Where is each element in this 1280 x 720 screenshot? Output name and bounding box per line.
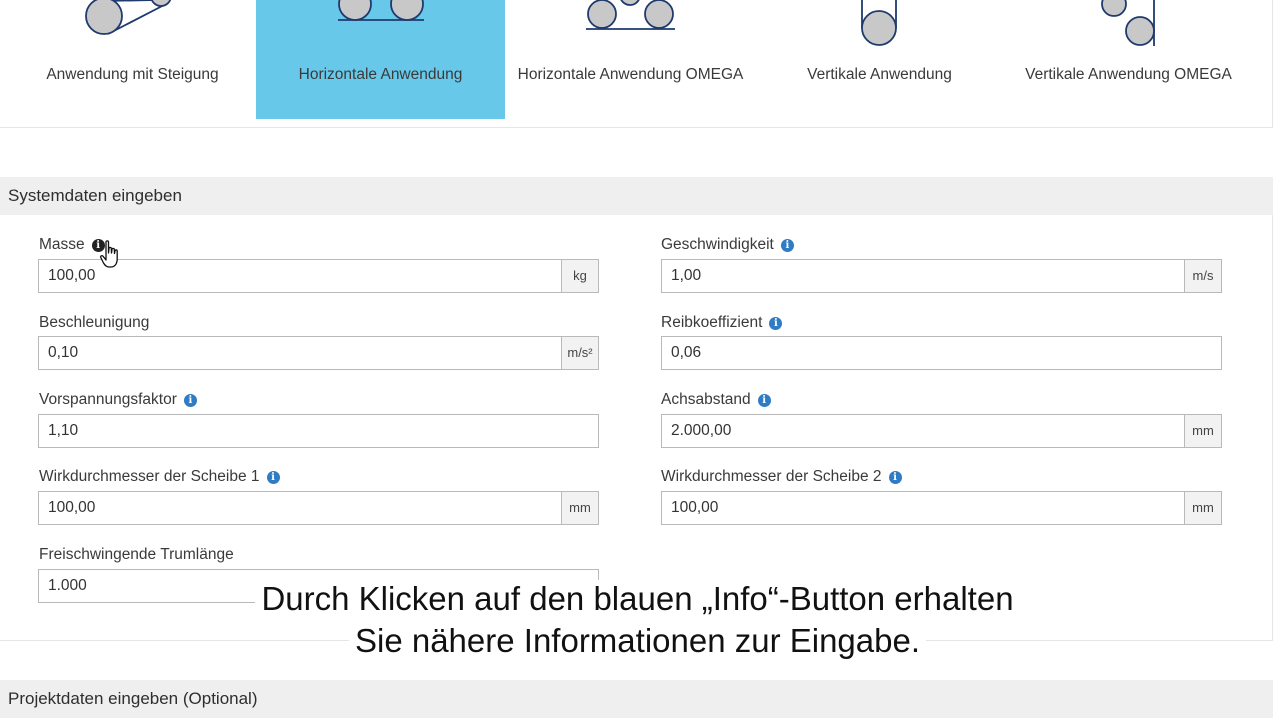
scheibe1-unit: mm [561, 492, 598, 524]
achsabstand-input[interactable]: 2.000,00 [662, 415, 1184, 447]
beschleunigung-unit: m/s² [561, 337, 598, 369]
achsabstand-unit: mm [1184, 415, 1221, 447]
scheibe2-unit: mm [1184, 492, 1221, 524]
geschwindigkeit-input[interactable]: 1,00 [662, 260, 1184, 292]
info-icon[interactable]: i [266, 470, 280, 484]
scheibe2-label: Wirkdurchmesser der Scheibe 2 i [661, 467, 902, 487]
system-section-title: Systemdaten eingeben [8, 186, 182, 205]
app-tab-horizontal-omega[interactable]: Horizontale Anwendung OMEGA [506, 0, 755, 119]
scheibe1-label: Wirkdurchmesser der Scheibe 1 i [39, 467, 280, 487]
vorspannungsfaktor-field[interactable]: 1,10 [38, 414, 599, 448]
trumlaenge-label: Freischwingende Trumlänge [39, 546, 234, 563]
app-tab-label: Vertikale Anwendung [807, 66, 952, 83]
scheibe1-input[interactable]: 100,00 [39, 492, 561, 524]
project-section-header[interactable]: Projektdaten eingeben (Optional) [0, 680, 1273, 718]
video-caption: Durch Klicken auf den blauen „Info“-Butt… [240, 578, 1035, 662]
info-icon[interactable]: i [757, 393, 771, 407]
reibkoeffizient-label: Reibkoeffizient i [661, 313, 783, 333]
beschleunigung-field[interactable]: 0,10 m/s² [38, 336, 599, 370]
info-icon[interactable]: i [888, 470, 902, 484]
vertical-omega-pulley-icon [1101, 0, 1155, 46]
vertical-pulley-icon [861, 0, 897, 46]
beschleunigung-input[interactable]: 0,10 [39, 337, 561, 369]
masse-field[interactable]: 100,00 kg [38, 259, 599, 293]
caption-line-2: Sie nähere Informationen zur Eingabe. [348, 622, 927, 659]
app-tab-label: Anwendung mit Steigung [46, 66, 219, 83]
scheibe1-field[interactable]: 100,00 mm [38, 491, 599, 525]
app-tab-vertical[interactable]: Vertikale Anwendung [755, 0, 1004, 119]
incline-pulley-icon [85, 0, 172, 35]
beschleunigung-label: Beschleunigung [39, 314, 150, 331]
app-tab-horizontal[interactable]: Horizontale Anwendung [256, 0, 505, 119]
masse-unit: kg [561, 260, 598, 292]
achsabstand-field[interactable]: 2.000,00 mm [661, 414, 1222, 448]
project-section-title: Projektdaten eingeben (Optional) [8, 689, 258, 708]
geschwindigkeit-label: Geschwindigkeit i [661, 235, 794, 255]
info-icon[interactable]: i [780, 238, 794, 252]
hand-pointer-icon [100, 240, 118, 268]
info-icon[interactable]: i [183, 393, 197, 407]
app-tab-label: Horizontale Anwendung OMEGA [517, 66, 744, 83]
scheibe2-input[interactable]: 100,00 [662, 492, 1184, 524]
vorspannungsfaktor-input[interactable]: 1,10 [39, 415, 598, 447]
app-tab-label: Horizontale Anwendung [298, 66, 463, 83]
app-tab-vertical-omega[interactable]: Vertikale Anwendung OMEGA [1004, 0, 1253, 119]
caption-line-1: Durch Klicken auf den blauen „Info“-Butt… [255, 580, 1020, 617]
system-section-header[interactable]: Systemdaten eingeben [0, 177, 1273, 215]
geschwindigkeit-field[interactable]: 1,00 m/s [661, 259, 1222, 293]
achsabstand-label: Achsabstand i [661, 390, 771, 410]
vorspannungsfaktor-label: Vorspannungsfaktor i [39, 390, 197, 410]
application-type-selector: Anwendung mit Steigung Horizontale Anwen… [0, 0, 1273, 128]
horizontal-pulley-icon [338, 0, 424, 21]
geschwindigkeit-unit: m/s [1184, 260, 1221, 292]
masse-label: Masse i [39, 235, 105, 255]
app-tab-label: Vertikale Anwendung OMEGA [1025, 66, 1232, 83]
reibkoeffizient-input[interactable]: 0,06 [662, 337, 1221, 369]
app-tab-incline[interactable]: Anwendung mit Steigung [8, 0, 257, 119]
horizontal-omega-pulley-icon [586, 0, 675, 30]
info-icon[interactable]: i [769, 316, 783, 330]
scheibe2-field[interactable]: 100,00 mm [661, 491, 1222, 525]
reibkoeffizient-field[interactable]: 0,06 [661, 336, 1222, 370]
